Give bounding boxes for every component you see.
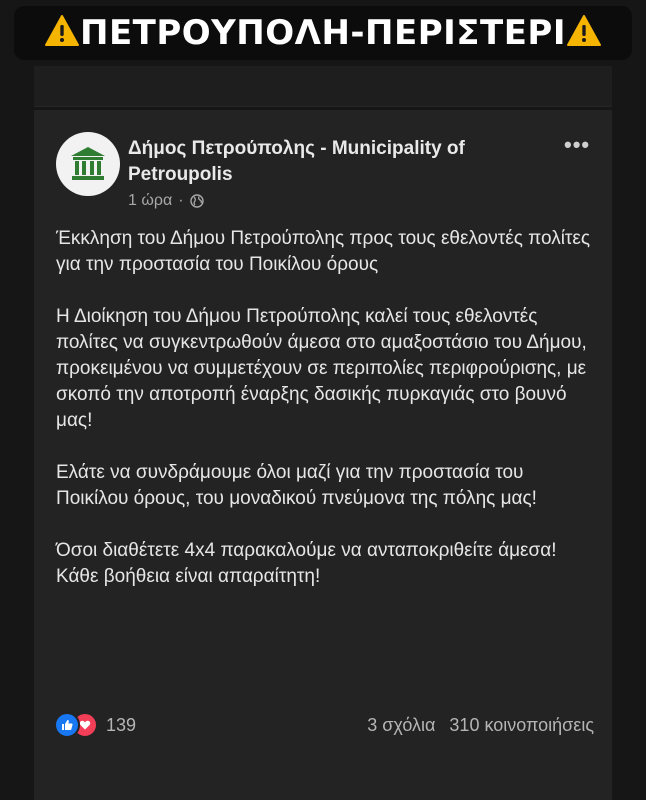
previous-card — [34, 66, 612, 107]
reactions-summary[interactable]: 139 — [54, 712, 136, 738]
more-options-icon[interactable]: ••• — [564, 134, 590, 156]
banner-title-wrap: ΠΕΤΡΟΥΠΟΛΗ-ΠΕΡΙΣΤΕΡΙ — [44, 13, 602, 53]
title-banner: ΠΕΤΡΟΥΠΟΛΗ-ΠΕΡΙΣΤΕΡΙ — [14, 6, 632, 60]
post-footer: 139 3 σχόλια 310 κοινοποιήσεις — [54, 710, 594, 740]
shares-count-link[interactable]: 310 κοινοποιήσεις — [449, 715, 594, 736]
reactions-count: 139 — [106, 714, 137, 735]
globe-icon — [189, 194, 204, 208]
post-paragraph: Η Διοίκηση του Δήμου Πετρούπολης καλεί τ… — [56, 306, 587, 431]
warning-icon — [44, 15, 79, 46]
comments-count-link[interactable]: 3 σχόλια — [367, 715, 435, 736]
warning-icon — [567, 15, 602, 46]
post-paragraph: Έκκληση του Δήμου Πετρούπολης προς τους … — [56, 228, 591, 275]
banner-title: ΠΕΤΡΟΥΠΟΛΗ-ΠΕΡΙΣΤΕΡΙ — [79, 13, 567, 53]
page-avatar[interactable] — [56, 132, 120, 196]
meta-separator: · — [178, 192, 184, 209]
municipality-logo-icon — [71, 147, 105, 180]
post-paragraph: Όσοι διαθέτετε 4x4 παρακαλούμε να ανταπο… — [56, 540, 557, 587]
page-name-link[interactable]: Δήμος Πετρούπολης - Municipality of Petr… — [128, 136, 538, 188]
post-body: Έκκληση του Δήμου Πετρούπολης προς τους … — [56, 226, 596, 616]
post-meta: 1 ώρα · — [128, 192, 204, 210]
facebook-post: Δήμος Πετρούπολης - Municipality of Petr… — [34, 110, 612, 800]
like-reaction-icon — [54, 712, 80, 738]
post-paragraph: Ελάτε να συνδράμουμε όλοι μαζί για την π… — [56, 462, 537, 509]
post-time[interactable]: 1 ώρα — [128, 192, 172, 210]
